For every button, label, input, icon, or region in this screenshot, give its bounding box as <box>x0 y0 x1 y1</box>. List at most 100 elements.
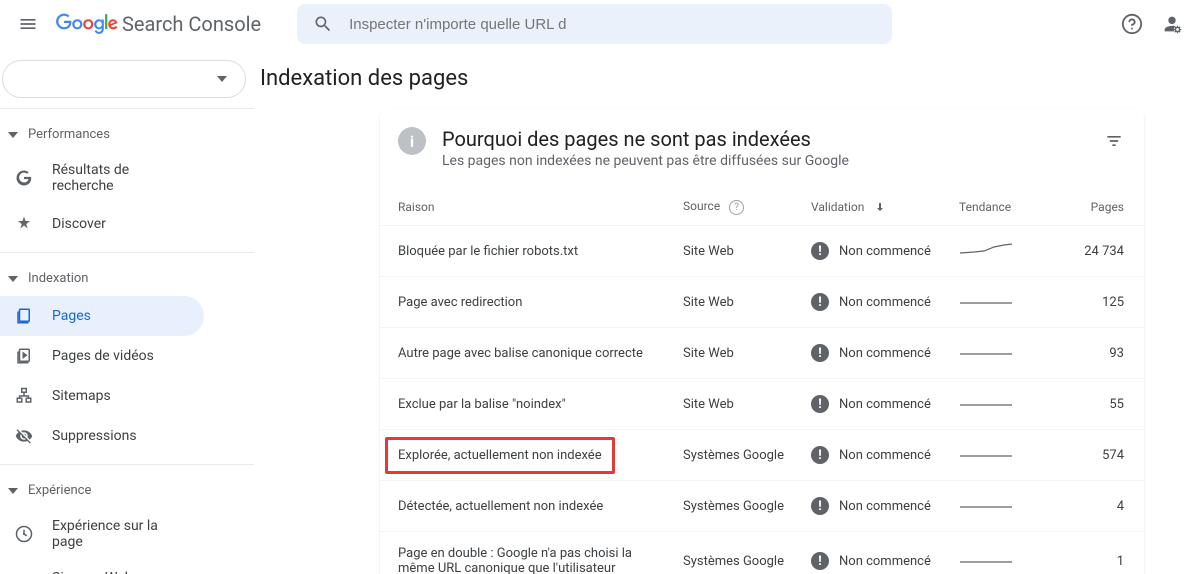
discover-icon <box>14 214 34 234</box>
url-inspection-input[interactable] <box>349 16 876 33</box>
status-badge-icon: ! <box>811 552 829 570</box>
reason-cell: Bloquée par le fichier robots.txt <box>398 244 683 259</box>
col-reason[interactable]: Raison <box>398 200 683 214</box>
chevron-down-icon <box>8 488 18 494</box>
sparkline-icon <box>959 550 1013 568</box>
hamburger-menu[interactable] <box>16 12 40 36</box>
table-row[interactable]: Détectée, actuellement non indexéeSystèm… <box>380 480 1144 531</box>
nav-pages[interactable]: Pages <box>0 296 204 336</box>
google-g-icon <box>14 168 34 188</box>
status-badge-icon: ! <box>811 344 829 362</box>
table-row[interactable]: Autre page avec balise canonique correct… <box>380 327 1144 378</box>
nav-pages-videos[interactable]: Pages de vidéos <box>0 336 204 376</box>
table-row[interactable]: Bloquée par le fichier robots.txtSite We… <box>380 225 1144 276</box>
table-row[interactable]: Exclue par la balise "noindex"Site Web!N… <box>380 378 1144 429</box>
col-trend[interactable]: Tendance <box>959 200 1049 214</box>
pages-cell: 24 734 <box>1049 244 1124 259</box>
help-inline-icon[interactable]: ? <box>729 200 744 215</box>
trend-cell <box>959 495 1049 517</box>
property-selector[interactable] <box>2 60 246 98</box>
help-icon[interactable] <box>1120 12 1144 36</box>
sidebar: Performances Résultats de recherche Disc… <box>0 48 254 574</box>
table-row[interactable]: Page en double : Google n'a pas choisi l… <box>380 531 1144 574</box>
search-icon <box>313 14 333 34</box>
validation-cell: !Non commencé <box>811 552 959 570</box>
sparkline-icon <box>959 291 1013 309</box>
nav-label: Résultats de recherche <box>52 162 192 194</box>
trend-cell <box>959 291 1049 313</box>
pages-cell: 125 <box>1049 295 1124 310</box>
nav-page-experience[interactable]: Expérience sur la page <box>0 508 204 560</box>
source-cell: Site Web <box>683 397 811 412</box>
reason-cell: Page avec redirection <box>398 295 683 310</box>
table-row[interactable]: Explorée, actuellement non indexéeSystèm… <box>380 429 1144 480</box>
validation-cell: !Non commencé <box>811 242 959 260</box>
google-logo: Search Console <box>56 12 261 36</box>
nav-label: Expérience sur la page <box>52 518 192 550</box>
nav-label: Suppressions <box>52 428 137 444</box>
validation-cell: !Non commencé <box>811 293 959 311</box>
reason-cell: Page en double : Google n'a pas choisi l… <box>398 546 683 574</box>
section-indexation[interactable]: Indexation <box>0 261 254 296</box>
trend-cell <box>959 550 1049 572</box>
page-title: Indexation des pages <box>254 48 1200 109</box>
sparkline-icon <box>959 495 1013 513</box>
status-badge-icon: ! <box>811 395 829 413</box>
sort-down-icon <box>874 201 886 213</box>
nav-discover[interactable]: Discover <box>0 204 204 244</box>
user-settings-icon[interactable] <box>1160 12 1184 36</box>
video-pages-icon <box>14 346 34 366</box>
validation-cell: !Non commencé <box>811 497 959 515</box>
url-inspection-bar[interactable] <box>297 4 892 44</box>
nav-label: Pages <box>52 308 91 324</box>
section-performances[interactable]: Performances <box>0 117 254 152</box>
removals-icon <box>14 426 34 446</box>
col-validation[interactable]: Validation <box>811 200 959 214</box>
nav-sitemaps[interactable]: Sitemaps <box>0 376 204 416</box>
pages-cell: 574 <box>1049 448 1124 463</box>
pages-icon <box>14 306 34 326</box>
pages-cell: 93 <box>1049 346 1124 361</box>
source-cell: Site Web <box>683 346 811 361</box>
chevron-down-icon <box>8 132 18 138</box>
divider <box>0 464 254 465</box>
sparkline-icon <box>959 240 1013 258</box>
reason-cell: Explorée, actuellement non indexée <box>398 448 683 463</box>
status-badge-icon: ! <box>811 293 829 311</box>
table-header: Raison Source ? Validation Tendance Page… <box>380 181 1144 225</box>
section-experience[interactable]: Expérience <box>0 473 254 508</box>
nav-results[interactable]: Résultats de recherche <box>0 152 204 204</box>
section-label: Performances <box>28 127 110 142</box>
sitemap-icon <box>14 386 34 406</box>
nav-suppressions[interactable]: Suppressions <box>0 416 204 456</box>
divider <box>0 108 254 109</box>
source-cell: Systèmes Google <box>683 448 811 463</box>
pages-cell: 4 <box>1049 499 1124 514</box>
validation-cell: !Non commencé <box>811 395 959 413</box>
section-label: Indexation <box>28 271 88 286</box>
trend-cell <box>959 393 1049 415</box>
page-experience-icon <box>14 524 34 544</box>
filter-button[interactable] <box>1104 127 1124 155</box>
reason-cell: Autre page avec balise canonique correct… <box>398 346 683 361</box>
pages-cell: 55 <box>1049 397 1124 412</box>
validation-cell: !Non commencé <box>811 344 959 362</box>
status-badge-icon: ! <box>811 497 829 515</box>
nav-label: Signaux Web essentiels <box>52 570 192 574</box>
source-cell: Site Web <box>683 244 811 259</box>
nav-label: Pages de vidéos <box>52 348 154 364</box>
status-badge-icon: ! <box>811 242 829 260</box>
sparkline-icon <box>959 342 1013 360</box>
reason-cell: Exclue par la balise "noindex" <box>398 397 683 412</box>
table-row[interactable]: Page avec redirectionSite Web!Non commen… <box>380 276 1144 327</box>
source-cell: Systèmes Google <box>683 554 811 569</box>
section-label: Expérience <box>28 483 91 498</box>
col-pages[interactable]: Pages <box>1049 200 1124 214</box>
validation-cell: !Non commencé <box>811 446 959 464</box>
chevron-down-icon <box>8 276 18 282</box>
reasons-card: i Pourquoi des pages ne sont pas indexée… <box>380 109 1144 574</box>
col-source[interactable]: Source ? <box>683 199 811 215</box>
status-badge-icon: ! <box>811 446 829 464</box>
nav-core-web-vitals[interactable]: Signaux Web essentiels <box>0 560 204 574</box>
trend-cell <box>959 240 1049 262</box>
